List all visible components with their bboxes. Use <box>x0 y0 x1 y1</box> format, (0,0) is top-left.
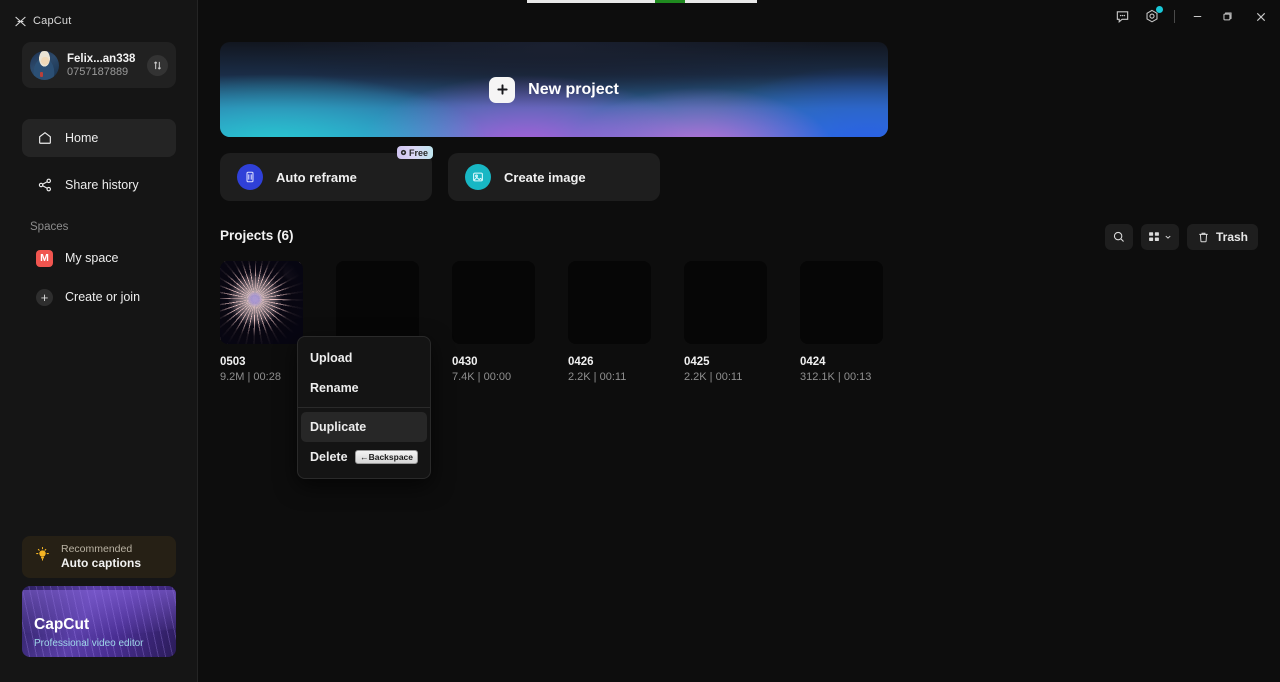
space-badge: M <box>36 249 53 267</box>
new-project-banner[interactable]: New project <box>220 42 888 137</box>
project-meta: 2.2K | 00:11 <box>568 371 627 383</box>
account-id: 0757187889 <box>67 65 129 78</box>
new-project-label: New project <box>528 80 619 98</box>
context-menu-item-rename[interactable]: Rename <box>301 373 427 403</box>
project-thumbnail[interactable] <box>684 261 767 344</box>
search-icon[interactable] <box>1104 224 1133 250</box>
context-menu-item-delete[interactable]: Delete ←Backspace <box>301 442 427 472</box>
home-icon <box>36 130 53 147</box>
context-menu-item-label: Delete <box>310 450 348 464</box>
close-icon[interactable] <box>1242 0 1280 33</box>
page-title: Projects (6) <box>220 228 294 243</box>
share-icon <box>36 177 53 194</box>
crown-icon <box>400 149 407 156</box>
context-menu-item-duplicate[interactable]: Duplicate <box>301 412 427 442</box>
project-thumbnail[interactable] <box>220 261 303 344</box>
window-controls <box>1107 0 1280 33</box>
titlebar-separator <box>1174 10 1175 23</box>
project-name: 0430 <box>452 356 478 368</box>
context-menu-item-label: Upload <box>310 351 353 365</box>
maximize-icon[interactable] <box>1212 0 1242 33</box>
free-badge-label: Free <box>408 147 428 158</box>
image-icon <box>465 164 491 190</box>
trash-label: Trash <box>1215 230 1248 244</box>
project-card[interactable]: 0430 7.4K | 00:00 <box>452 261 535 383</box>
chevron-down-icon <box>1165 235 1172 239</box>
context-menu-item-label: Rename <box>310 381 359 395</box>
recommended-title: Auto captions <box>61 556 141 570</box>
project-thumbnail[interactable] <box>568 261 651 344</box>
project-thumbnail[interactable] <box>800 261 883 344</box>
projects-toolbar: Trash <box>1104 224 1258 250</box>
sidebar-item-label: My space <box>65 251 119 265</box>
projects-heading-label: Projects <box>220 228 274 243</box>
promo-banner[interactable]: CapCut Professional video editor <box>22 586 176 657</box>
project-thumbnail[interactable] <box>452 261 535 344</box>
account-card[interactable]: Felix...an338 0757187889 <box>22 42 176 88</box>
top-progress-strip <box>527 0 757 3</box>
project-name: 0425 <box>684 356 710 368</box>
top-progress-segment <box>655 0 685 3</box>
grid-view-dropdown[interactable] <box>1140 224 1179 250</box>
project-thumbnail[interactable] <box>336 261 419 344</box>
window-titlebar <box>0 0 1280 33</box>
project-name: 0424 <box>800 356 826 368</box>
sidebar-item-label: Share history <box>65 178 139 192</box>
settings-notification-dot <box>1156 6 1163 13</box>
sidebar-item-my-space[interactable]: M My space <box>22 239 176 277</box>
new-project-inner: New project <box>489 76 619 103</box>
project-card[interactable]: 0426 2.2K | 00:11 <box>568 261 651 383</box>
minimize-icon[interactable] <box>1182 0 1212 33</box>
recommended-texts: Recommended Auto captions <box>61 543 141 571</box>
sidebar-item-create-or-join[interactable]: + Create or join <box>22 278 176 316</box>
project-meta: 7.4K | 00:00 <box>452 371 512 383</box>
auto-reframe-button[interactable]: Auto reframe Free <box>220 146 433 201</box>
create-image-label: Create image <box>504 169 586 185</box>
trash-button[interactable]: Trash <box>1186 224 1258 250</box>
sidebar-item-label: Home <box>65 131 99 145</box>
avatar <box>30 50 59 80</box>
project-name: 0426 <box>568 356 594 368</box>
project-card[interactable]: 0424 312.1K | 00:13 <box>800 261 883 383</box>
plus-icon: + <box>36 288 53 306</box>
recommended-kicker: Recommended <box>61 543 133 555</box>
delete-shortcut-badge: ←Backspace <box>355 450 418 464</box>
sidebar-item-home[interactable]: Home <box>22 119 176 157</box>
project-card[interactable]: 0425 2.2K | 00:11 <box>684 261 767 383</box>
lightbulb-icon <box>34 546 51 568</box>
project-card[interactable]: 0503 9.2M | 00:28 <box>220 261 303 383</box>
project-meta: 9.2M | 00:28 <box>220 371 281 383</box>
spaces-heading: Spaces <box>30 221 69 233</box>
sidebar: CapCut Felix...an338 0757187889 Home Sha… <box>0 0 198 682</box>
project-meta: 312.1K | 00:13 <box>800 371 872 383</box>
gear-icon[interactable] <box>1137 0 1167 33</box>
feedback-icon[interactable] <box>1107 0 1137 33</box>
context-menu-item-upload[interactable]: Upload <box>301 343 427 373</box>
context-menu-divider <box>298 407 430 408</box>
account-text: Felix...an338 0757187889 <box>67 53 147 78</box>
project-meta: 2.2K | 00:11 <box>684 371 743 383</box>
promo-title: CapCut <box>34 616 90 633</box>
projects-count: (6) <box>277 228 294 243</box>
auto-reframe-icon <box>237 164 263 190</box>
trash-icon <box>1199 232 1208 242</box>
project-name: 0503 <box>220 356 246 368</box>
recommended-card[interactable]: Recommended Auto captions <box>22 536 176 578</box>
promo-subtitle: Professional video editor <box>34 638 144 649</box>
create-image-button[interactable]: Create image <box>448 153 660 201</box>
sidebar-item-share-history[interactable]: Share history <box>22 166 176 204</box>
plus-icon <box>489 76 516 103</box>
context-menu: Upload Rename Duplicate Delete ←Backspac… <box>297 336 431 479</box>
free-badge: Free <box>396 146 433 159</box>
grid-view-icon <box>1149 232 1160 242</box>
account-name: Felix...an338 <box>67 52 136 65</box>
sidebar-item-label: Create or join <box>65 290 141 304</box>
auto-reframe-label: Auto reframe <box>276 169 357 185</box>
switch-account-icon[interactable] <box>147 54 168 76</box>
context-menu-item-label: Duplicate <box>310 420 367 434</box>
